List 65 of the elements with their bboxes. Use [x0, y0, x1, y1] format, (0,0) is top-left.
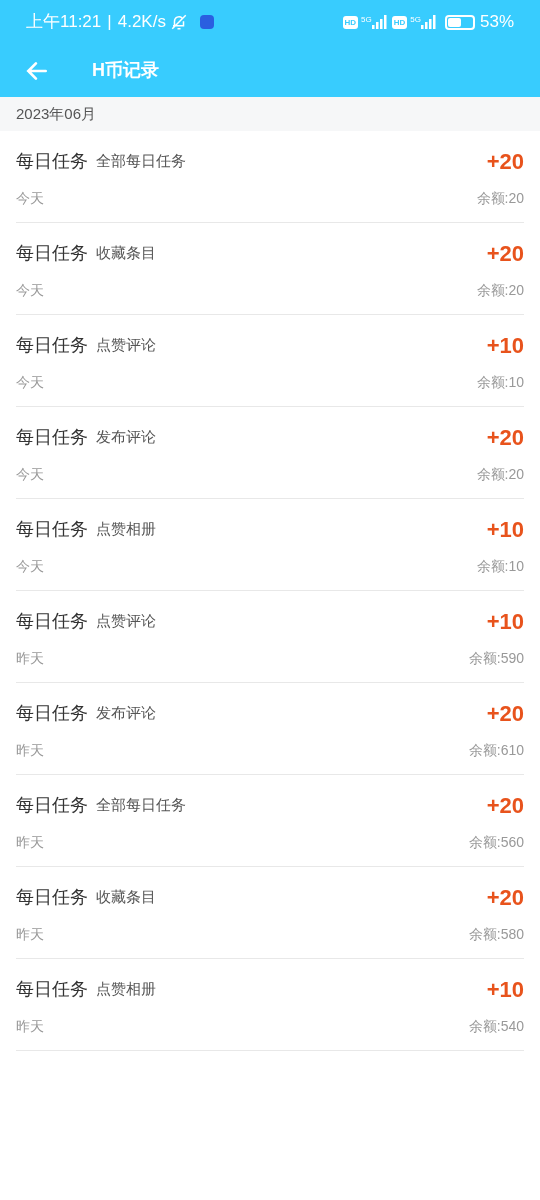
record-balance: 余额:540: [468, 1016, 524, 1036]
record-date: 昨天: [16, 1016, 44, 1036]
record-detail: 全部每日任务: [96, 794, 186, 815]
record-amount: +20: [486, 883, 524, 912]
record-date: 今天: [16, 188, 44, 208]
record-type: 每日任务: [16, 517, 88, 541]
battery-percent: 53%: [479, 11, 514, 34]
hd-badge: HD: [342, 15, 359, 29]
record-detail: 发布评论: [96, 426, 156, 447]
record-amount: +20: [486, 239, 524, 268]
record-detail: 全部每日任务: [96, 150, 186, 171]
record-amount: +20: [486, 423, 524, 452]
record-amount: +10: [486, 607, 524, 636]
record-date: 今天: [16, 280, 44, 300]
record-amount: +10: [486, 515, 524, 544]
network-type: 5G: [361, 15, 372, 25]
record-detail: 点赞评论: [96, 334, 156, 355]
record-date: 昨天: [16, 924, 44, 944]
signal-icon: [371, 15, 388, 29]
separator: |: [107, 11, 112, 34]
record-detail: 点赞评论: [96, 610, 156, 631]
network-speed: 4.2K/s: [117, 11, 166, 34]
record-balance: 余额:580: [468, 924, 524, 944]
record-amount: +10: [486, 331, 524, 360]
record-detail: 点赞相册: [96, 978, 156, 999]
record-balance: 余额:20: [476, 188, 524, 208]
record-balance: 余额:20: [476, 464, 524, 484]
record-detail: 发布评论: [96, 702, 156, 723]
record-date: 昨天: [16, 648, 44, 668]
record-amount: +20: [486, 791, 524, 820]
record-date: 今天: [16, 464, 44, 484]
record-amount: +20: [486, 699, 524, 728]
record-type: 每日任务: [16, 149, 88, 173]
bell-off-icon: [169, 13, 188, 31]
record-detail: 收藏条目: [96, 242, 156, 263]
record-amount: +20: [486, 147, 524, 176]
record-date: 今天: [16, 556, 44, 576]
record-type: 每日任务: [16, 885, 88, 909]
status-time: 上午11:21: [26, 11, 102, 34]
record-type: 每日任务: [16, 333, 88, 357]
battery-icon: [444, 14, 475, 30]
record-type: 每日任务: [16, 609, 88, 633]
record-balance: 余额:610: [468, 740, 524, 760]
record-balance: 余额:590: [468, 648, 524, 668]
record-detail: 收藏条目: [96, 886, 156, 907]
record-type: 每日任务: [16, 793, 88, 817]
hd-badge: HD: [391, 15, 408, 29]
record-balance: 余额:560: [468, 832, 524, 852]
record-detail: 点赞相册: [96, 518, 156, 539]
signal-icon: [420, 15, 437, 29]
record-balance: 余额:10: [476, 556, 524, 576]
app-icon: [199, 15, 214, 29]
record-balance: 余额:10: [476, 372, 524, 392]
record-amount: +10: [486, 975, 524, 1004]
record-type: 每日任务: [16, 977, 88, 1001]
network-type: 5G: [410, 15, 421, 25]
record-date: 昨天: [16, 832, 44, 852]
record-balance: 余额:20: [476, 280, 524, 300]
record-date: 今天: [16, 372, 44, 392]
record-type: 每日任务: [16, 425, 88, 449]
section-header: 2023年06月: [0, 97, 540, 131]
record-type: 每日任务: [16, 241, 88, 265]
page-title: H币记录: [92, 59, 159, 82]
record-type: 每日任务: [16, 701, 88, 725]
record-date: 昨天: [16, 740, 44, 760]
